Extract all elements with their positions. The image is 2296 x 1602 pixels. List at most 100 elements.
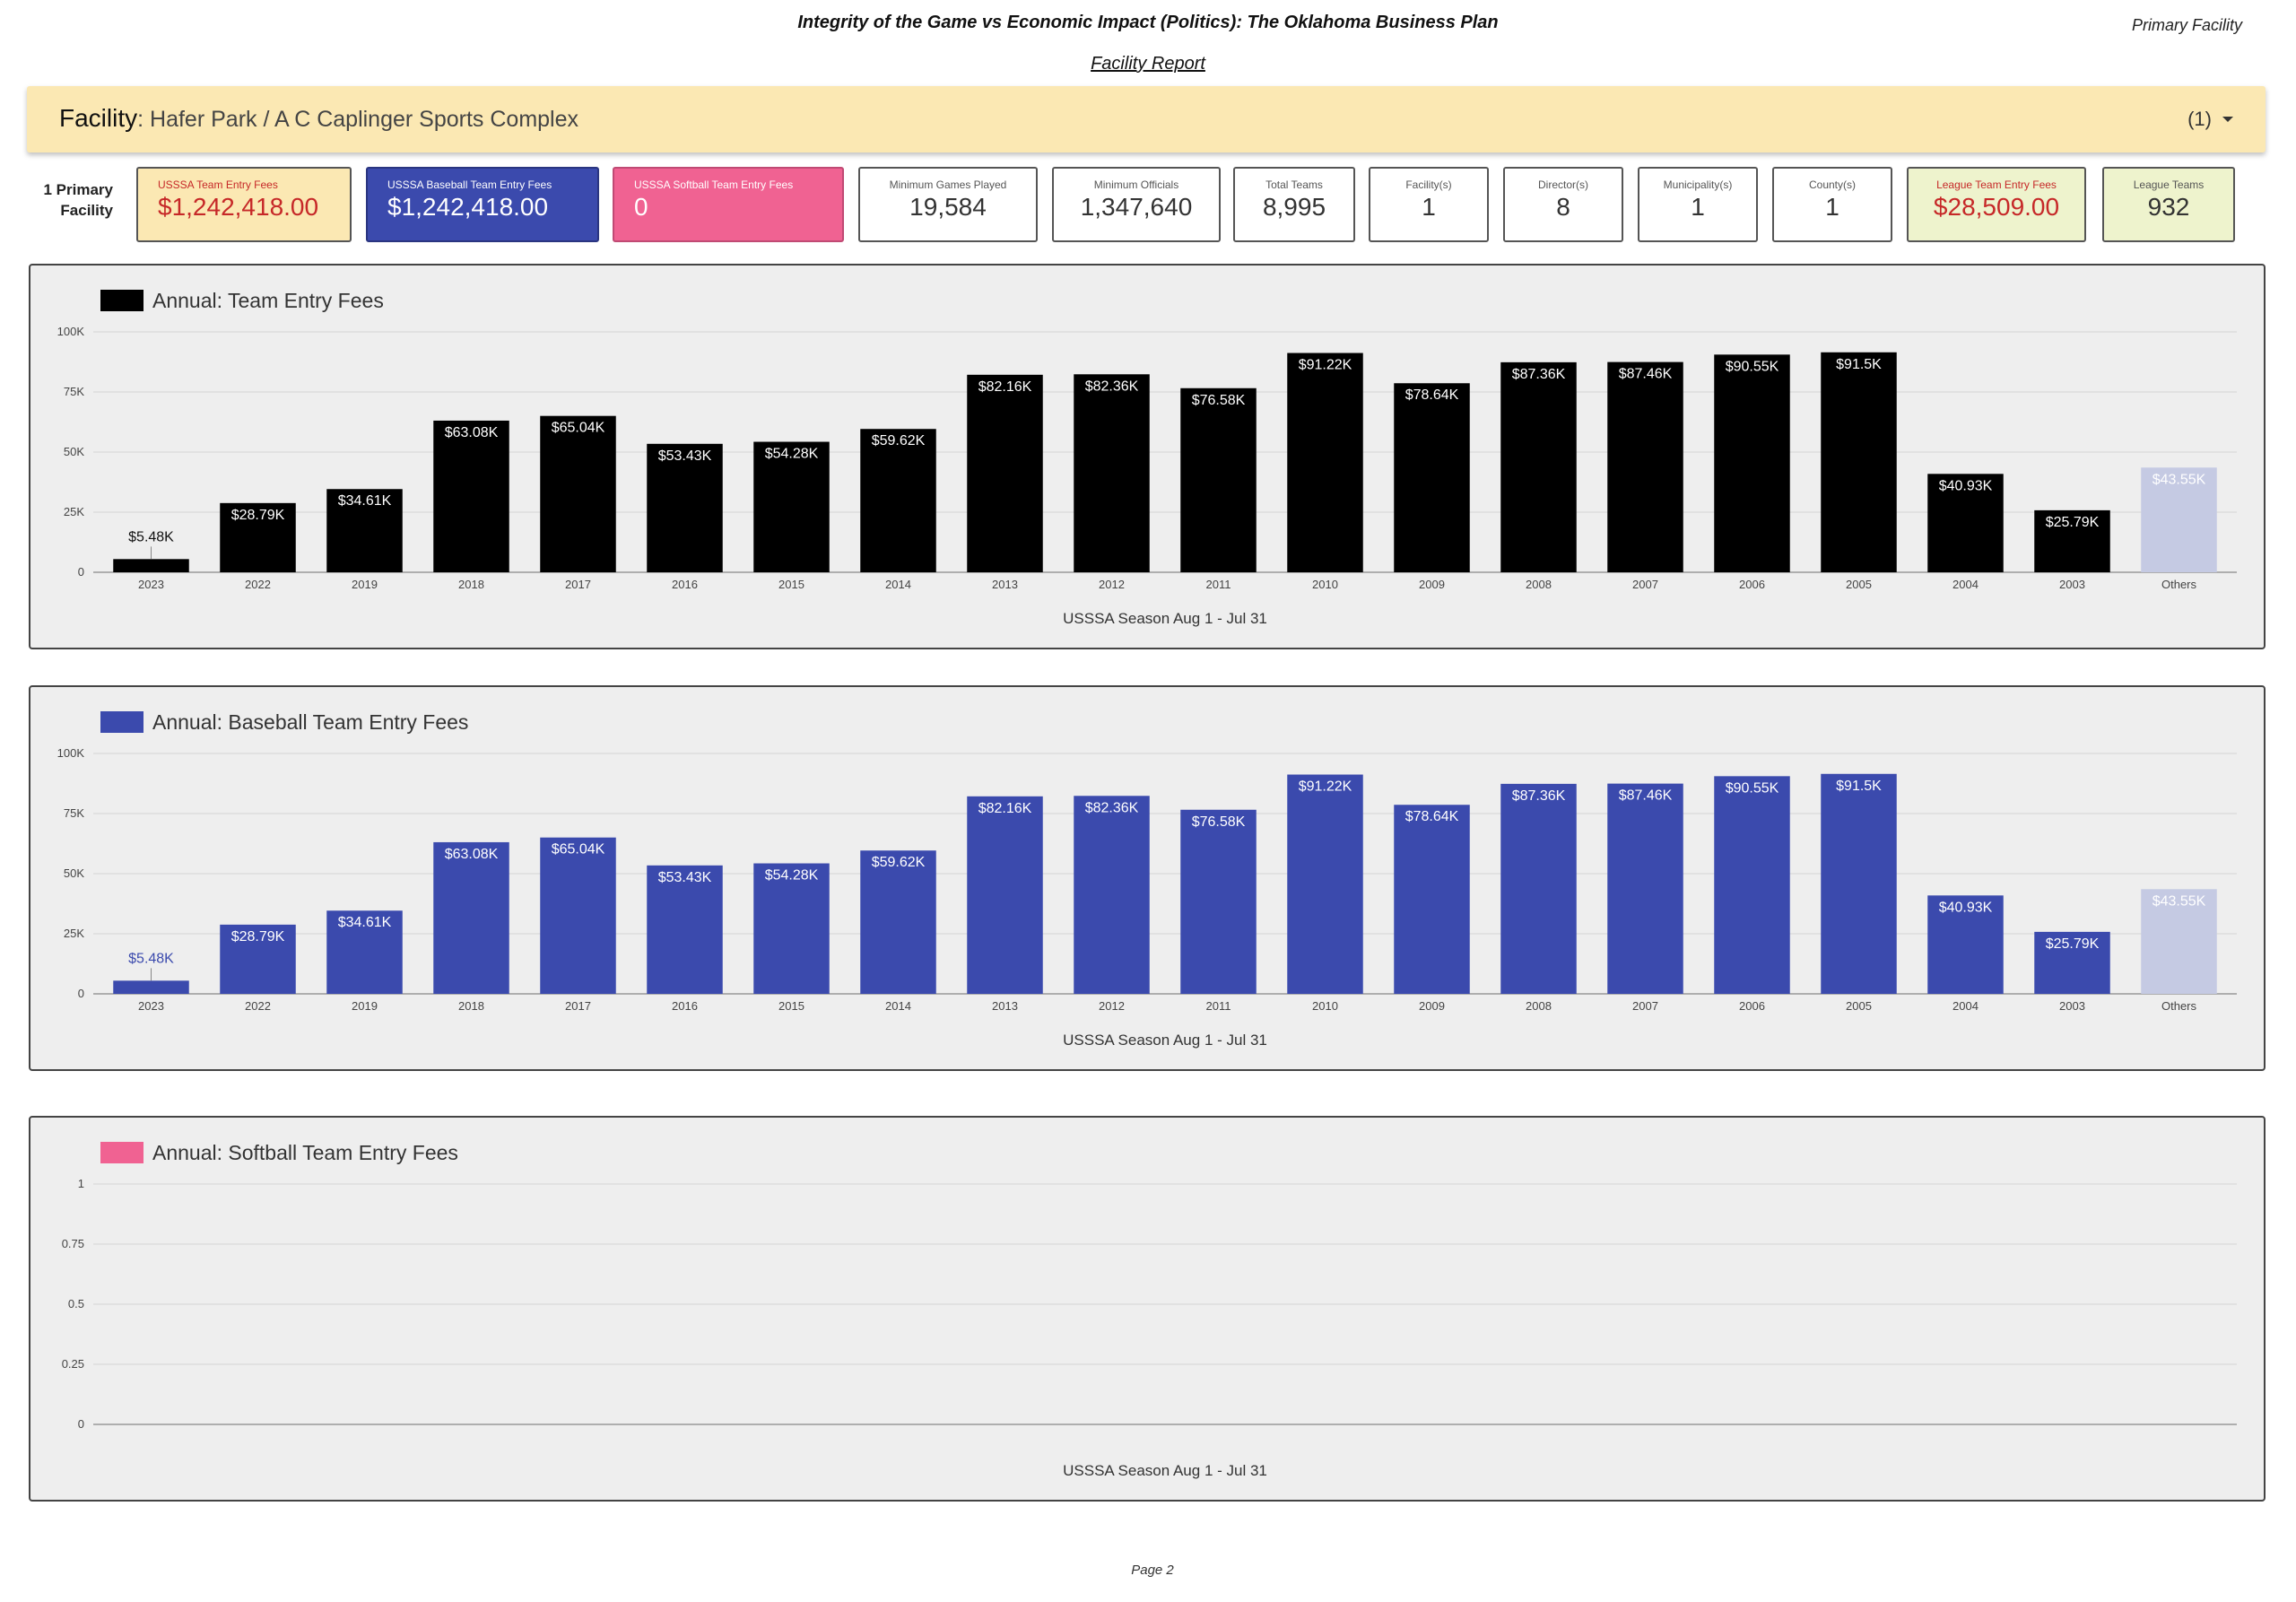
x-tick-label: 2013 <box>992 578 1018 591</box>
y-tick-label: 0.75 <box>62 1237 84 1250</box>
kpi-card-softball-fees: USSSA Softball Team Entry Fees 0 <box>613 167 844 242</box>
x-tick-label: 2015 <box>778 999 804 1013</box>
data-label: $25.79K <box>2046 515 2100 530</box>
chevron-down-icon[interactable] <box>2222 117 2233 122</box>
kpi-value: 19,584 <box>909 193 987 221</box>
x-tick-label: 2011 <box>1206 578 1231 591</box>
x-tick-label: 2006 <box>1739 578 1765 591</box>
primary-facility-label: Primary Facility <box>2131 16 2242 34</box>
bar <box>1500 361 1577 572</box>
bar <box>433 420 509 572</box>
kpi-value: 1 <box>1422 193 1436 221</box>
bar <box>1714 354 1790 572</box>
chart-title: Annual: Team Entry Fees <box>152 289 384 312</box>
data-label: $82.16K <box>978 379 1032 395</box>
bar <box>113 980 189 994</box>
data-label: $87.46K <box>1619 367 1673 382</box>
bar <box>1607 783 1683 994</box>
chart-baseball-entry-fees: Annual: Baseball Team Entry Fees 0 25K 50K 7… <box>57 710 2237 1049</box>
x-tick-label: 2014 <box>885 999 911 1013</box>
x-tick-label: 2015 <box>778 578 804 591</box>
bar <box>1180 809 1257 994</box>
x-axis-title: USSSA Season Aug 1 - Jul 31 <box>1063 1032 1267 1049</box>
y-tick-label: 0 <box>78 987 84 1000</box>
kpi-title: Director(s) <box>1538 178 1588 191</box>
data-label: $63.08K <box>445 425 499 440</box>
kpi-title: Facility(s) <box>1405 178 1452 191</box>
chart-panel-baseball-entry-fees: Annual: Baseball Team Entry Fees 0 25K 50K 7… <box>29 685 2266 1071</box>
data-label: $76.58K <box>1192 814 1246 830</box>
data-label: $65.04K <box>552 842 605 858</box>
bar <box>967 796 1043 994</box>
facility-label-text: Facility <box>59 104 138 132</box>
kpi-card-counties: County(s) 1 <box>1772 167 1892 242</box>
x-tick-label: 2004 <box>1952 578 1979 591</box>
x-tick-label: 2014 <box>885 578 911 591</box>
kpi-value: 1 <box>1691 193 1705 221</box>
data-label: $91.22K <box>1299 779 1352 795</box>
kpi-card-min-officials: Minimum Officials 1,347,640 <box>1052 167 1221 242</box>
data-label: $43.55K <box>2152 893 2206 909</box>
chart-panel-softball-entry-fees: Annual: Softball Team Entry Fees 0 0.25 0.5… <box>29 1116 2266 1502</box>
bar <box>433 841 509 994</box>
facility-count: (1) <box>2187 108 2212 130</box>
kpi-card-league-teams: League Teams 932 <box>2102 167 2235 242</box>
kpi-value: 1 <box>1825 193 1839 221</box>
x-axis-title: USSSA Season Aug 1 - Jul 31 <box>1063 610 1267 627</box>
bar <box>1394 805 1470 994</box>
kpi-group-label: 1 Primary Facility <box>43 181 114 219</box>
x-axis-title: USSSA Season Aug 1 - Jul 31 <box>1063 1462 1267 1479</box>
report-title: Integrity of the Game vs Economic Impact… <box>797 13 1499 32</box>
kpi-card-municipalities: Municipality(s) 1 <box>1638 167 1758 242</box>
data-label: $53.43K <box>658 870 712 885</box>
bar <box>540 415 616 572</box>
kpi-title: USSSA Softball Team Entry Fees <box>634 178 794 191</box>
x-tick-label: 2013 <box>992 999 1018 1013</box>
bar <box>1074 796 1150 994</box>
bar <box>1607 361 1683 572</box>
legend-swatch <box>100 290 144 311</box>
legend-swatch <box>100 1142 144 1163</box>
x-tick-label: 2003 <box>2059 578 2085 591</box>
data-label: $54.28K <box>765 447 819 462</box>
data-label: $40.93K <box>1939 900 1993 915</box>
y-tick-label: 0 <box>78 565 84 579</box>
facility-filter[interactable]: Facility: Hafer Park / A C Caplinger Spo… <box>27 86 2266 152</box>
data-label: $54.28K <box>765 868 819 884</box>
y-tick-label: 50K <box>64 866 84 880</box>
chart-title: Annual: Baseball Team Entry Fees <box>152 710 468 734</box>
y-tick-label: 0.5 <box>68 1297 84 1310</box>
data-label: $34.61K <box>338 915 392 930</box>
bar <box>1821 352 1897 572</box>
kpi-title: Municipality(s) <box>1663 178 1733 191</box>
bar <box>540 837 616 994</box>
kpi-card-usssa-fees: USSSA Team Entry Fees $1,242,418.00 <box>136 167 352 242</box>
x-tick-label: 2022 <box>245 999 271 1013</box>
x-tick-label: 2004 <box>1952 999 1979 1013</box>
data-label: $43.55K <box>2152 472 2206 487</box>
kpi-card-min-games: Minimum Games Played 19,584 <box>858 167 1038 242</box>
kpi-card-league-fees: League Team Entry Fees $28,509.00 <box>1907 167 2086 242</box>
data-label: $63.08K <box>445 847 499 862</box>
kpi-card-baseball-fees: USSSA Baseball Team Entry Fees $1,242,41… <box>366 167 599 242</box>
x-tick-label: 2005 <box>1846 999 1872 1013</box>
data-label: $28.79K <box>231 929 285 945</box>
data-label: $82.16K <box>978 801 1032 816</box>
kpi-value: 8 <box>1556 193 1570 221</box>
x-tick-label: 2012 <box>1099 578 1125 591</box>
data-label: $76.58K <box>1192 393 1246 408</box>
kpi-value: 1,347,640 <box>1080 193 1193 221</box>
kpi-title: Minimum Games Played <box>889 178 1007 191</box>
x-tick-label: 2007 <box>1632 999 1658 1013</box>
report-subtitle[interactable]: Facility Report <box>0 54 2296 74</box>
data-label: $82.36K <box>1085 379 1139 394</box>
data-label: $5.48K <box>128 529 174 544</box>
data-label: $91.5K <box>1836 779 1882 794</box>
bar <box>1287 774 1363 994</box>
kpi-card-directors: Director(s) 8 <box>1503 167 1623 242</box>
y-tick-label: 0.25 <box>62 1357 84 1371</box>
data-label: $34.61K <box>338 493 392 509</box>
data-label: $87.36K <box>1512 788 1566 804</box>
bar <box>1394 383 1470 572</box>
page-number: Page 2 <box>1131 1563 1174 1578</box>
